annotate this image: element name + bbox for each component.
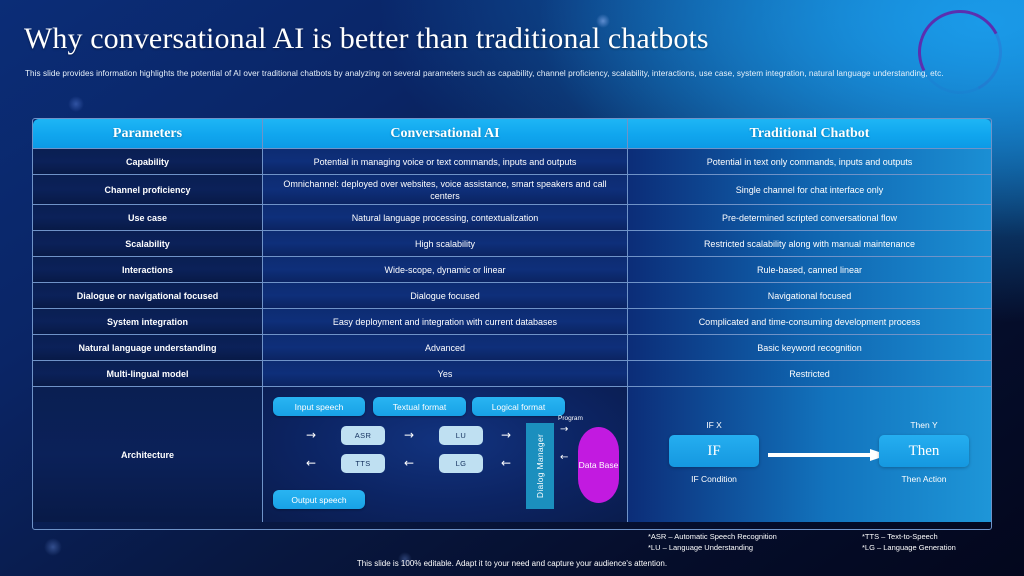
footnote-left: *ASR – Automatic Speech Recognition *LU … <box>648 531 777 553</box>
arrow-right-lu-to-dialog-manager: → <box>501 428 512 442</box>
slide-footer-note: This slide is 100% editable. Adapt it to… <box>356 559 668 568</box>
row-parameter-label: Multi-lingual model <box>33 360 263 386</box>
arrow-left-lg-to-tts: ← <box>404 456 415 470</box>
row-chatbot-value: Restricted <box>628 360 991 386</box>
pill-logical-format[interactable]: Logical format <box>472 397 565 416</box>
column-header-conversational-ai: Conversational AI <box>263 119 628 148</box>
page-subtitle: This slide provides information highligh… <box>25 69 944 78</box>
row-chatbot-value: Restricted scalability along with manual… <box>628 230 991 256</box>
table-header-row: Parameters Conversational AI Traditional… <box>33 119 991 148</box>
row-ai-value: Dialogue focused <box>263 282 628 308</box>
table-row-architecture: Architecture Input speech Textual format… <box>33 386 991 522</box>
if-box[interactable]: IF <box>669 435 759 467</box>
comparison-table: Parameters Conversational AI Traditional… <box>32 118 992 530</box>
row-parameter-label: Dialogue or navigational focused <box>33 282 263 308</box>
row-ai-value: Potential in managing voice or text comm… <box>263 148 628 174</box>
arrow-right-input-to-asr: → <box>306 428 317 442</box>
arrow-left-tts-to-output: ← <box>306 456 317 470</box>
dialog-manager-label: Dialog Manager <box>535 433 545 499</box>
row-parameter-label: Natural language understanding <box>33 334 263 360</box>
table-row: Dialogue or navigational focused Dialogu… <box>33 282 991 308</box>
then-action-label: Then Action <box>901 474 947 484</box>
row-parameter-label: Channel proficiency <box>33 174 263 204</box>
footnote-tts: *TTS – Text-to-Speech <box>862 532 938 541</box>
box-lu[interactable]: LU <box>439 426 483 445</box>
table-row: Use case Natural language processing, co… <box>33 204 991 230</box>
box-database[interactable]: Data Base <box>578 427 619 503</box>
box-dialog-manager[interactable]: Dialog Manager <box>526 423 554 509</box>
row-parameter-label-architecture: Architecture <box>33 386 263 522</box>
glow-dot-left-lower <box>44 538 62 556</box>
row-parameter-label: Capability <box>33 148 263 174</box>
row-parameter-label: Use case <box>33 204 263 230</box>
table-row: Capability Potential in managing voice o… <box>33 148 991 174</box>
row-chatbot-value: Complicated and time-consuming developme… <box>628 308 991 334</box>
row-parameter-label: System integration <box>33 308 263 334</box>
row-ai-value: Yes <box>263 360 628 386</box>
footnote-lu: *LU – Language Understanding <box>648 543 754 552</box>
column-header-traditional-chatbot: Traditional Chatbot <box>628 119 991 148</box>
table-row: System integration Easy deployment and i… <box>33 308 991 334</box>
row-chatbot-value: Pre-determined scripted conversational f… <box>628 204 991 230</box>
row-parameter-label: Scalability <box>33 230 263 256</box>
then-box[interactable]: Then <box>879 435 969 467</box>
footnote-lg: *LG – Language Generation <box>862 543 956 552</box>
column-header-parameters: Parameters <box>33 119 263 148</box>
flow-arrow-icon <box>768 449 888 461</box>
box-tts[interactable]: TTS <box>341 454 385 473</box>
if-x-label: IF X <box>706 420 722 430</box>
architecture-diagram-traditional-chatbot: IF X IF IF Condition Then Y Then Then Ac… <box>628 386 991 522</box>
arrow-left-dialog-manager-to-lg: ← <box>501 456 512 470</box>
pill-input-speech[interactable]: Input speech <box>273 397 365 416</box>
row-ai-value: Advanced <box>263 334 628 360</box>
pill-textual-format[interactable]: Textual format <box>373 397 466 416</box>
table-row: Natural language understanding Advanced … <box>33 334 991 360</box>
footnote-right: *TTS – Text-to-Speech *LG – Language Gen… <box>862 531 956 553</box>
then-y-label: Then Y <box>910 420 938 430</box>
decorative-ring-icon <box>907 0 1013 105</box>
row-ai-value: Omnichannel: deployed over websites, voi… <box>263 174 628 204</box>
table-row: Interactions Wide-scope, dynamic or line… <box>33 256 991 282</box>
row-ai-value: Wide-scope, dynamic or linear <box>263 256 628 282</box>
row-chatbot-value: Basic keyword recognition <box>628 334 991 360</box>
glow-dot-left-upper <box>68 96 84 112</box>
table-row: Channel proficiency Omnichannel: deploye… <box>33 174 991 204</box>
row-ai-value: Easy deployment and integration with cur… <box>263 308 628 334</box>
arrow-right-dialog-manager-to-database: → <box>560 424 569 435</box>
row-chatbot-value: Single channel for chat interface only <box>628 174 991 204</box>
box-asr[interactable]: ASR <box>341 426 385 445</box>
if-condition-label: IF Condition <box>691 474 737 484</box>
box-lg[interactable]: LG <box>439 454 483 473</box>
page-title: Why conversational AI is better than tra… <box>24 22 709 55</box>
row-chatbot-value: Navigational focused <box>628 282 991 308</box>
row-chatbot-value: Potential in text only commands, inputs … <box>628 148 991 174</box>
row-ai-value: High scalability <box>263 230 628 256</box>
pill-output-speech[interactable]: Output speech <box>273 490 365 509</box>
footnote-asr: *ASR – Automatic Speech Recognition <box>648 532 777 541</box>
architecture-diagram-conversational-ai: Input speech Textual format Logical form… <box>263 386 628 522</box>
row-parameter-label: Interactions <box>33 256 263 282</box>
arrow-right-asr-to-lu: → <box>404 428 415 442</box>
table-row: Scalability High scalability Restricted … <box>33 230 991 256</box>
row-ai-value: Natural language processing, contextuali… <box>263 204 628 230</box>
row-chatbot-value: Rule-based, canned linear <box>628 256 991 282</box>
table-row: Multi-lingual model Yes Restricted <box>33 360 991 386</box>
arrow-left-database-to-dialog-manager: ← <box>560 452 569 463</box>
